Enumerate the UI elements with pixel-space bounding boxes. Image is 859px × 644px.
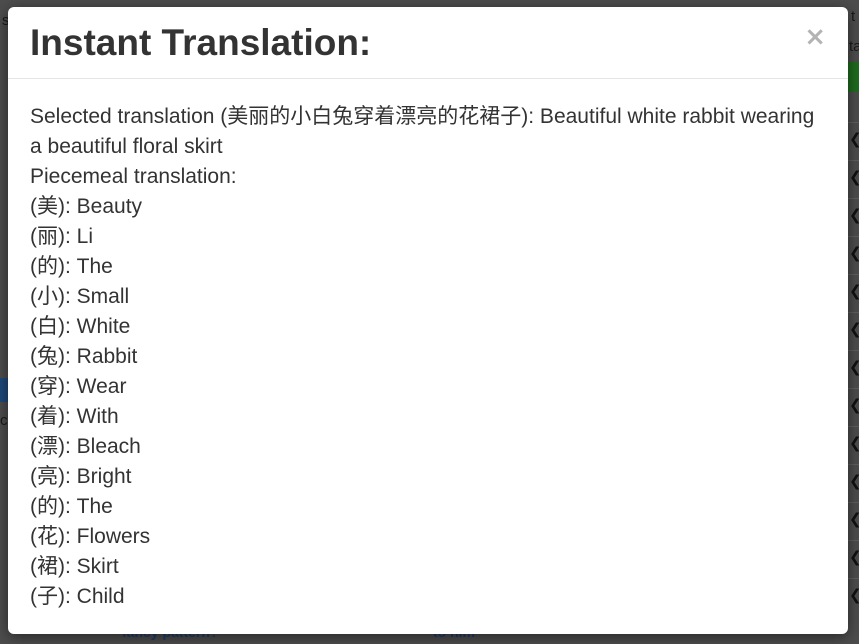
background-row-divider	[848, 274, 859, 275]
piece-item: (的): The	[30, 255, 113, 278]
piece-item: (白): White	[30, 315, 131, 338]
background-row-divider	[848, 426, 859, 427]
background-row-divider	[848, 350, 859, 351]
background-row-divider	[848, 160, 859, 161]
background-row-divider	[848, 198, 859, 199]
piece-item: (漂): Bleach	[30, 435, 141, 458]
background-mark-icon: ❮	[849, 206, 859, 224]
translation-modal: Instant Translation: × Selected translat…	[8, 7, 848, 634]
background-row-divider	[848, 464, 859, 465]
background-row-divider	[848, 122, 859, 123]
background-mark-icon: ❮	[849, 358, 859, 376]
background-row-divider	[848, 578, 859, 579]
background-mark-icon: ❮	[849, 320, 859, 338]
close-button[interactable]: ×	[804, 23, 826, 51]
background-mark-icon: ❮	[849, 434, 859, 452]
piece-item: (丽): Li	[30, 225, 93, 248]
piece-item: (着): With	[30, 405, 119, 428]
piece-item: (兔): Rabbit	[30, 345, 138, 368]
piecemeal-label: Piecemeal translation:	[30, 165, 237, 188]
piece-item: (裙): Skirt	[30, 555, 119, 578]
piece-item: (亮): Bright	[30, 465, 132, 488]
background-row-divider	[848, 236, 859, 237]
background-blue-bar	[0, 378, 8, 402]
background-text: c	[0, 412, 8, 429]
background-text: ta	[849, 38, 859, 55]
background-row-divider	[848, 312, 859, 313]
background-mark-icon: ❮	[849, 548, 859, 566]
piece-item: (穿): Wear	[30, 375, 127, 398]
background-mark-icon: ❮	[849, 130, 859, 148]
background-mark-icon: ❮	[849, 282, 859, 300]
selected-translation: Selected translation (美丽的小白兔穿着漂亮的花裙子): B…	[30, 105, 815, 158]
background-mark-icon: ❮	[849, 472, 859, 490]
modal-body: Selected translation (美丽的小白兔穿着漂亮的花裙子): B…	[8, 79, 848, 612]
background-mark-icon: ❮	[849, 168, 859, 186]
background-row-divider	[848, 502, 859, 503]
background-mark-icon: ❮	[849, 510, 859, 528]
piece-item: (小): Small	[30, 285, 130, 308]
piece-item: (的): The	[30, 495, 113, 518]
background-row-divider	[848, 388, 859, 389]
background-mark-icon: ❮	[849, 396, 859, 414]
background-mark-icon: ❮	[849, 244, 859, 262]
modal-title: Instant Translation:	[30, 22, 372, 63]
piecemeal-list: (美): Beauty (丽): Li (的): The (小): Small …	[30, 192, 826, 612]
background-row-divider	[848, 540, 859, 541]
background-text: t	[851, 8, 856, 25]
background-green-bar	[848, 62, 859, 92]
piece-item: (花): Flowers	[30, 525, 151, 548]
piece-item: (子): Child	[30, 585, 125, 608]
piece-item: (美): Beauty	[30, 195, 143, 218]
modal-header: Instant Translation: ×	[8, 7, 848, 79]
background-mark-icon: ❮	[849, 586, 859, 604]
